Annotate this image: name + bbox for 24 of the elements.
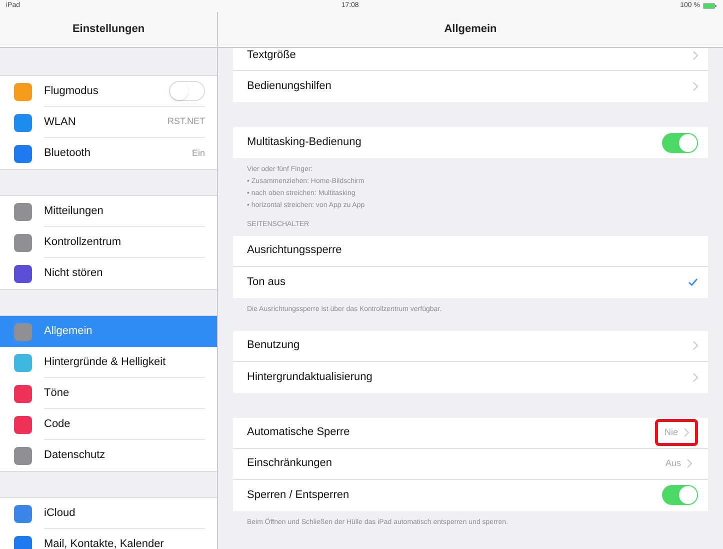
- toggle-switch[interactable]: [662, 132, 698, 152]
- settings-row[interactable]: Textgröße: [233, 48, 708, 71]
- settings-row[interactable]: Ausrichtungssperre: [233, 236, 708, 266]
- page-title: Allgemein: [444, 22, 497, 38]
- chevron-icon: [693, 341, 698, 350]
- chevron-icon: [693, 372, 698, 382]
- chevron-icon: [687, 459, 692, 468]
- checkmark-icon: [688, 278, 698, 286]
- settings-row[interactable]: Benutzung: [233, 330, 708, 362]
- battery-icon: [703, 3, 717, 9]
- toggle-switch[interactable]: [169, 81, 205, 101]
- settings-row[interactable]: Multitasking-Bedienung: [233, 127, 708, 158]
- chevron-icon: [684, 428, 689, 437]
- chevron-icon: [693, 82, 698, 91]
- settings-row[interactable]: Sperren / Entsperren: [233, 480, 708, 510]
- sidebar-title: Einstellungen: [72, 22, 145, 38]
- settings-row[interactable]: Bedienungshilfen: [233, 71, 708, 102]
- settings-row[interactable]: Ton aus: [233, 266, 708, 298]
- settings-row[interactable]: Hintergrundaktualisierung: [233, 362, 708, 392]
- chevron-icon: [693, 50, 698, 60]
- settings-row[interactable]: Automatische Sperre Nie: [233, 418, 708, 448]
- settings-row[interactable]: Einschränkungen Aus: [233, 448, 708, 480]
- toggle-switch[interactable]: [662, 485, 698, 505]
- highlight-frame: Nie: [655, 418, 698, 446]
